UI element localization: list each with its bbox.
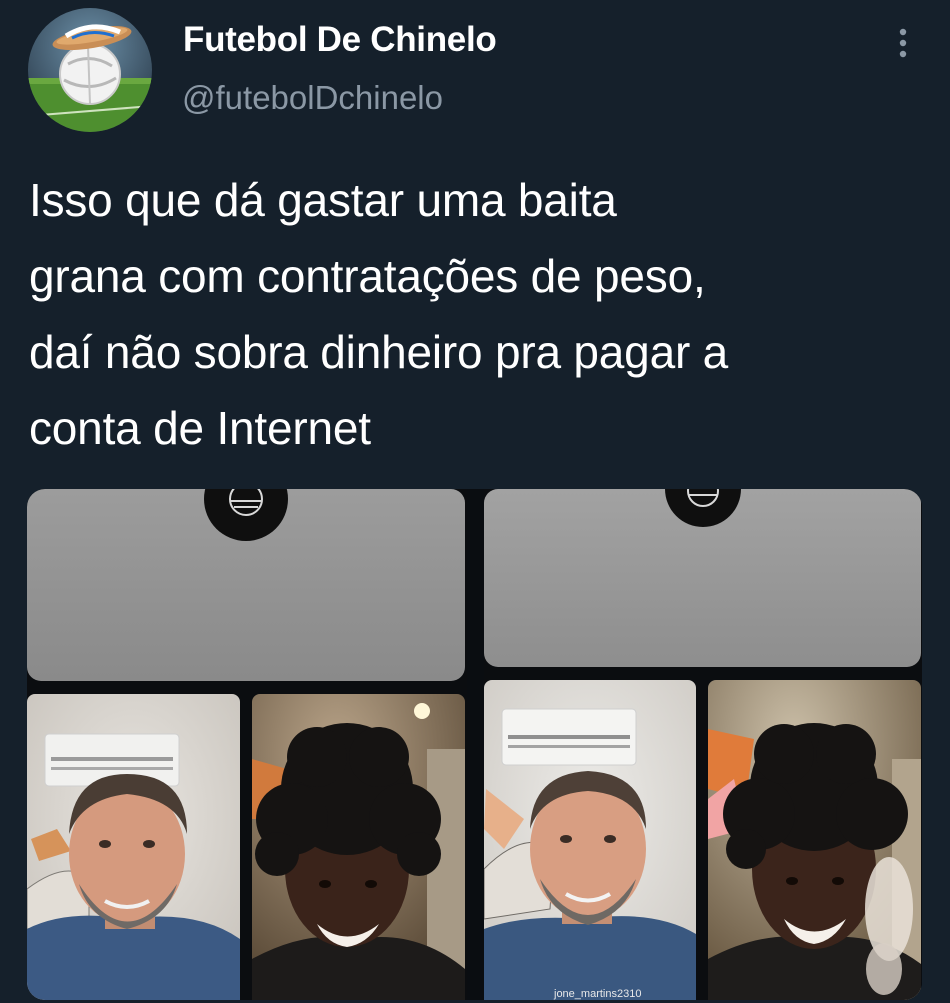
- more-options-button[interactable]: [888, 22, 918, 66]
- author-display-name[interactable]: Futebol De Chinelo: [183, 20, 497, 60]
- tweet-media-grid[interactable]: jone_martins2310: [27, 489, 922, 1000]
- media-image-2[interactable]: jone_martins2310: [484, 489, 922, 1000]
- tweet-card: Futebol De Chinelo @futebolDchinelo Isso…: [0, 0, 950, 1003]
- tweet-text: Isso que dá gastar uma baita grana com c…: [29, 174, 729, 454]
- more-vertical-icon: [899, 28, 907, 58]
- username-caption: jone_martins2310: [553, 988, 641, 1000]
- author-handle[interactable]: @futebolDchinelo: [182, 79, 443, 117]
- media-image-1[interactable]: [27, 489, 467, 1000]
- author-avatar[interactable]: [28, 8, 152, 132]
